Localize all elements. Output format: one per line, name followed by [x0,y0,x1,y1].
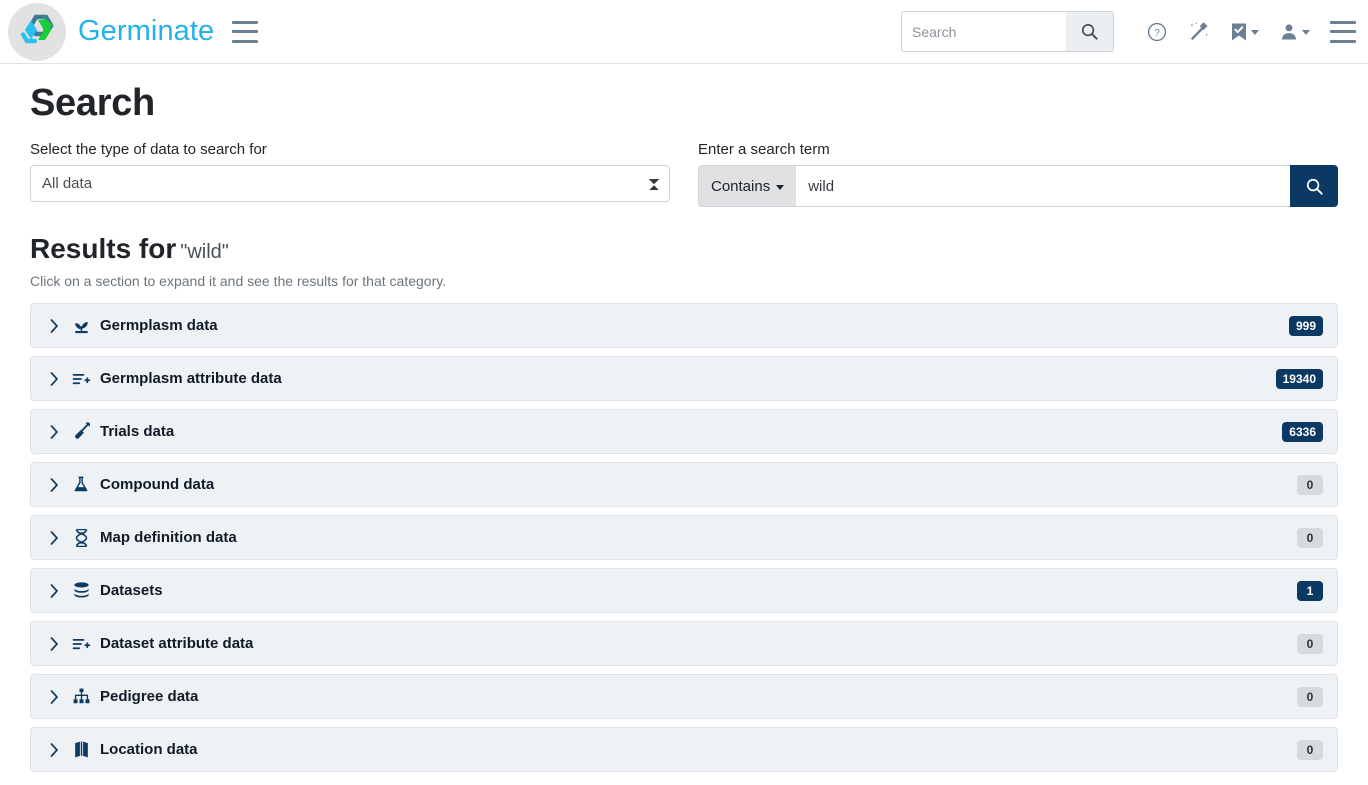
hamburger-bar [232,40,258,43]
user-account-icon [1279,22,1299,42]
search-term-field-group: Enter a search term Contains [698,141,1338,207]
results-heading-text: Results for [30,233,176,264]
chevron-right-icon [47,531,61,545]
magic-wand-button[interactable] [1178,15,1220,49]
navbar-search-button[interactable] [1066,11,1114,52]
accordion-section-germplasm-data[interactable]: Germplasm data 999 [30,303,1338,348]
section-count-badge: 0 [1297,475,1323,495]
chevron-down-icon [1251,30,1259,35]
dna-helix-icon [71,528,91,548]
marked-items-bookmark-icon [1230,22,1248,42]
search-submit-button[interactable] [1290,165,1338,207]
section-label: Germplasm data [100,317,218,334]
section-count-badge: 0 [1297,528,1323,548]
seedling-icon [71,316,91,336]
germinate-hexagon-logo-icon [8,3,66,61]
section-label: Compound data [100,476,214,493]
search-icon [1080,22,1099,41]
main-menu-toggle[interactable] [1330,21,1356,43]
search-term-input[interactable] [796,165,1290,207]
section-label: Datasets [100,582,163,599]
chevron-right-icon [47,743,61,757]
section-count-badge: 0 [1297,687,1323,707]
flask-icon [71,475,91,495]
list-plus-icon [71,634,91,654]
trowel-icon [71,422,91,442]
section-label: Location data [100,741,198,758]
page-content: Search Select the type of data to search… [0,64,1368,772]
hamburger-bar [1330,21,1356,24]
accordion-section-location-data[interactable]: Location data 0 [30,727,1338,772]
section-label: Map definition data [100,529,237,546]
hamburger-bar [232,21,258,24]
section-count-badge: 0 [1297,740,1323,760]
sidebar-menu-toggle[interactable] [232,21,258,43]
section-label: Trials data [100,423,174,440]
results-query: "wild" [180,241,229,263]
section-count-badge: 999 [1289,316,1323,336]
svg-text:?: ? [1154,28,1160,39]
section-count-badge: 19340 [1276,369,1323,389]
match-mode-dropdown[interactable]: Contains [698,165,796,207]
navbar-right-group: ? [901,11,1356,52]
help-button[interactable]: ? [1136,15,1178,49]
search-form: Select the type of data to search for Al… [30,141,1338,207]
section-count-badge: 0 [1297,634,1323,654]
accordion-section-datasets[interactable]: Datasets 1 [30,568,1338,613]
chevron-down-icon [776,185,784,190]
chevron-right-icon [47,319,61,333]
results-heading: Results for"wild" [30,233,1338,265]
chevron-right-icon [47,372,61,386]
page-title: Search [30,82,1338,125]
results-hint: Click on a section to expand it and see … [30,273,1338,289]
accordion-section-compound-data[interactable]: Compound data 0 [30,462,1338,507]
brand-link[interactable]: Germinate [8,3,214,61]
map-folded-icon [71,740,91,760]
results-accordion: Germplasm data 999 Germplasm attribute d… [30,303,1338,772]
hamburger-bar [1330,30,1356,33]
search-term-input-group: Contains [698,165,1338,207]
sitemap-icon [71,687,91,707]
top-navbar: Germinate ? [0,0,1368,64]
user-account-button[interactable] [1269,16,1320,48]
accordion-section-trials-data[interactable]: Trials data 6336 [30,409,1338,454]
navbar-search-input[interactable] [901,11,1066,52]
data-type-field-group: Select the type of data to search for Al… [30,141,670,202]
search-icon [1305,177,1324,196]
accordion-section-germplasm-attribute-data[interactable]: Germplasm attribute data 19340 [30,356,1338,401]
chevron-down-icon [1302,30,1310,35]
section-count-badge: 1 [1297,581,1323,601]
chevron-right-icon [47,425,61,439]
hamburger-bar [232,30,258,33]
section-count-badge: 6336 [1282,422,1323,442]
accordion-section-pedigree-data[interactable]: Pedigree data 0 [30,674,1338,719]
marked-items-button[interactable] [1220,16,1269,48]
database-stack-icon [71,581,91,601]
navbar-search-group [901,11,1114,52]
chevron-right-icon [47,478,61,492]
search-term-label: Enter a search term [698,141,1338,158]
chevron-right-icon [47,690,61,704]
hamburger-bar [1330,40,1356,43]
section-label: Germplasm attribute data [100,370,282,387]
data-type-select[interactable]: All data [30,165,670,202]
section-label: Pedigree data [100,688,198,705]
section-label: Dataset attribute data [100,635,253,652]
chevron-right-icon [47,584,61,598]
help-icon: ? [1146,21,1168,43]
brand-name: Germinate [78,15,214,48]
chevron-right-icon [47,637,61,651]
data-type-label: Select the type of data to search for [30,141,670,158]
match-mode-label: Contains [711,178,770,195]
list-plus-icon [71,369,91,389]
magic-wand-icon [1188,21,1210,43]
accordion-section-dataset-attribute-data[interactable]: Dataset attribute data 0 [30,621,1338,666]
accordion-section-map-definition-data[interactable]: Map definition data 0 [30,515,1338,560]
